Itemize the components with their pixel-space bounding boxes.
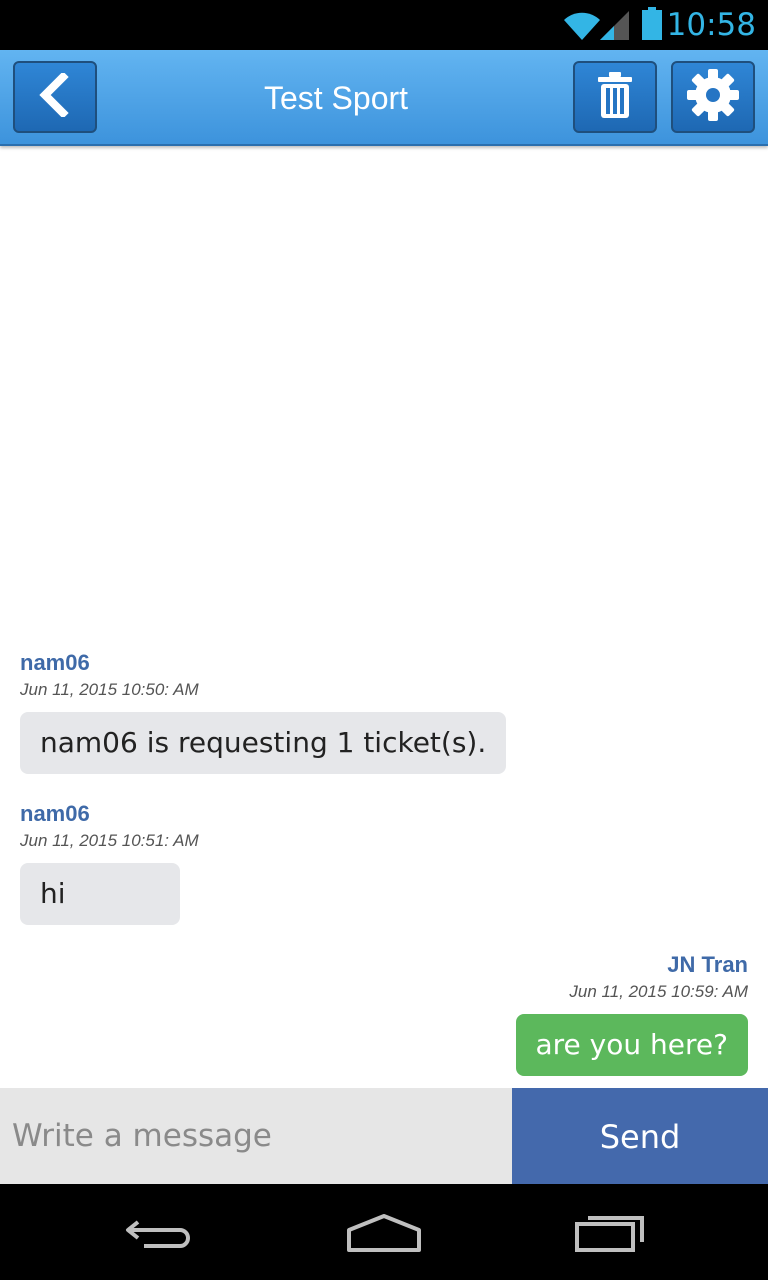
message-composer: Send xyxy=(0,1088,768,1184)
message-sender: nam06 xyxy=(20,650,90,675)
message-input[interactable] xyxy=(0,1088,512,1184)
chevron-left-icon xyxy=(37,71,73,121)
status-bar: 10:58 xyxy=(0,0,768,50)
home-nav-icon[interactable] xyxy=(345,1212,423,1260)
page-title: Test Sport xyxy=(263,80,409,116)
wifi-icon xyxy=(562,9,602,45)
message-timestamp: Jun 11, 2015 10:51: AM xyxy=(20,831,199,850)
back-button[interactable] xyxy=(13,61,97,133)
message-item: JN Tran Jun 11, 2015 10:59: AM are you h… xyxy=(515,952,748,1076)
message-sender: JN Tran xyxy=(667,952,748,977)
back-nav-icon[interactable] xyxy=(124,1212,196,1260)
message-bubble: nam06 is requesting 1 ticket(s). xyxy=(20,712,507,774)
message-bubble: hi xyxy=(20,863,180,925)
trash-icon xyxy=(597,72,633,122)
message-timestamp: Jun 11, 2015 10:50: AM xyxy=(20,680,199,699)
message-timestamp: Jun 11, 2015 10:59: AM xyxy=(569,982,748,1001)
status-clock: 10:58 xyxy=(666,7,756,43)
message-item: nam06 Jun 11, 2015 10:50: AM nam06 is re… xyxy=(20,650,507,774)
chat-screen: 10:58 Test Sport nam06 Jun 11, 2015 10:5… xyxy=(0,0,768,1280)
settings-button[interactable] xyxy=(671,61,755,133)
gear-icon xyxy=(686,68,740,126)
app-header: Test Sport xyxy=(0,50,768,146)
send-button[interactable]: Send xyxy=(512,1088,768,1184)
battery-icon xyxy=(641,7,663,45)
message-item: nam06 Jun 11, 2015 10:51: AM hi xyxy=(20,801,199,925)
signal-icon xyxy=(598,9,630,45)
system-nav-bar xyxy=(0,1184,768,1280)
delete-button[interactable] xyxy=(573,61,657,133)
recents-nav-icon[interactable] xyxy=(574,1212,648,1260)
message-sender: nam06 xyxy=(20,801,90,826)
message-bubble: are you here? xyxy=(515,1014,748,1076)
